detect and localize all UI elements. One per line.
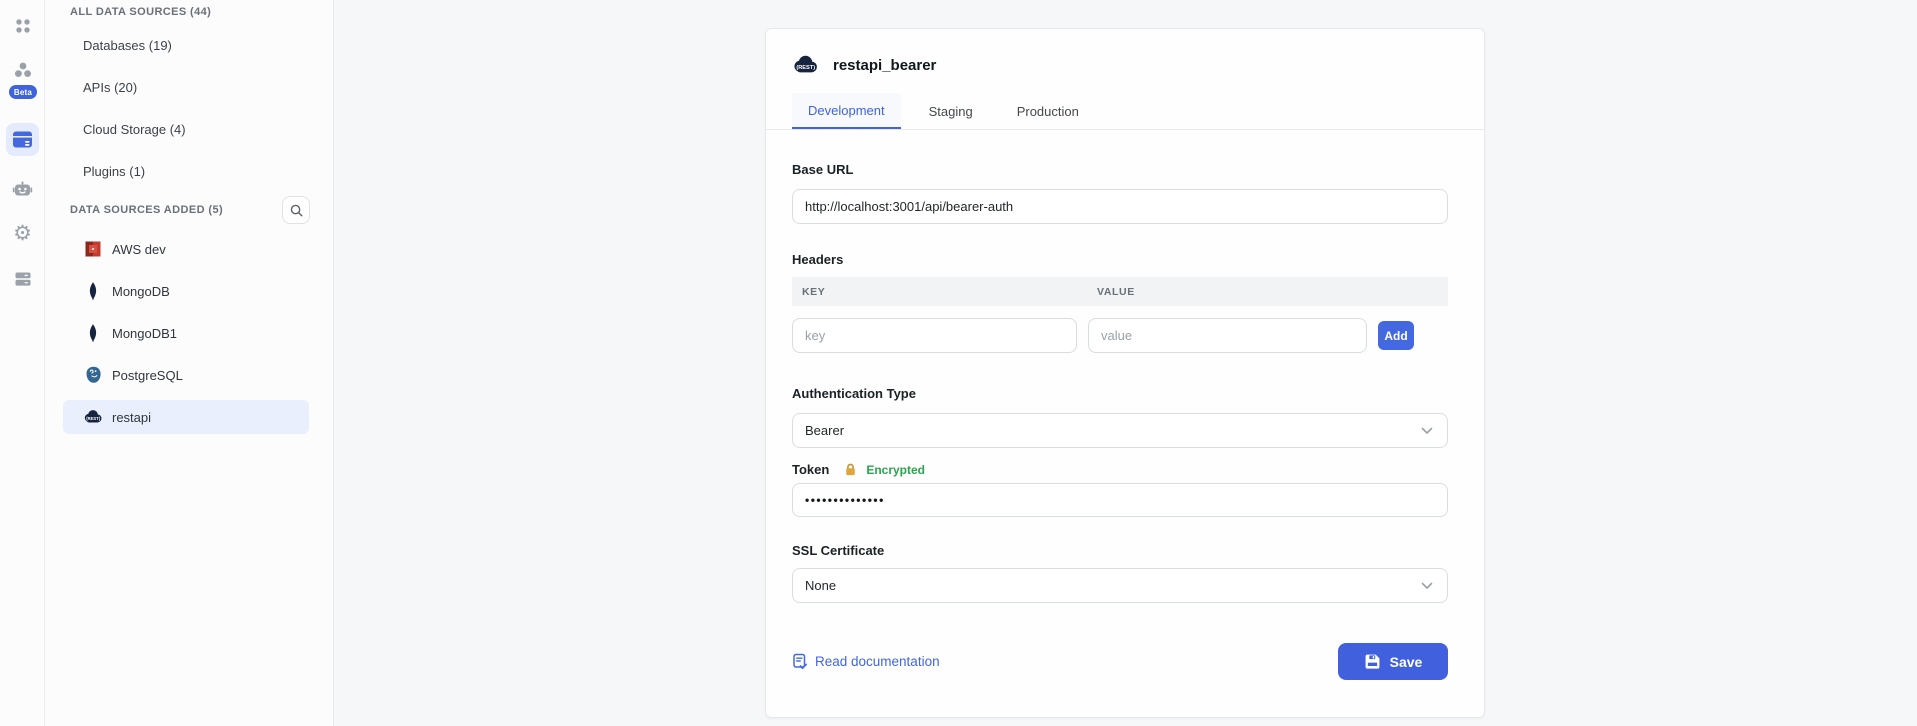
icon-rail: Beta ⚙: [0, 0, 45, 726]
storage-icon[interactable]: [0, 269, 45, 289]
search-icon: [289, 203, 304, 218]
data-sources-sidebar: ALL DATA SOURCES (44) Databases (19) API…: [45, 0, 334, 726]
header-key-input[interactable]: [792, 318, 1077, 353]
sidebar-item-label: APIs (20): [83, 80, 137, 95]
svg-text:(REST): (REST): [796, 65, 815, 71]
save-button-label: Save: [1390, 654, 1423, 670]
sidebar-item-label: PostgreSQL: [112, 368, 183, 383]
tab-production[interactable]: Production: [1001, 93, 1095, 129]
main-area: (REST) restapi_bearer Development Stagin…: [334, 0, 1917, 726]
ssl-certificate-value: None: [805, 578, 836, 593]
read-documentation-label: Read documentation: [815, 654, 940, 669]
sidebar-item-databases[interactable]: Databases (19): [45, 24, 333, 66]
sidebar-item-aws-dev[interactable]: AWS dev: [45, 228, 333, 270]
sidebar-item-label: AWS dev: [112, 242, 166, 257]
form-content: Base URL Headers KEY VALUE Add Authentic…: [766, 162, 1484, 680]
beta-badge-label: Beta: [14, 88, 32, 97]
headers-table-head: KEY VALUE: [792, 277, 1448, 306]
headers-label: Headers: [792, 252, 1448, 267]
base-url-input[interactable]: [792, 189, 1448, 224]
mongodb-icon: [83, 323, 103, 343]
key-column-header: KEY: [792, 286, 1097, 298]
sidebar-item-postgresql[interactable]: PostgreSQL: [45, 354, 333, 396]
sidebar-item-label: restapi: [112, 410, 151, 425]
token-label: Token: [792, 462, 829, 477]
ssl-certificate-label: SSL Certificate: [792, 543, 1448, 558]
auth-type-label: Authentication Type: [792, 386, 1448, 401]
section-all-data-sources: ALL DATA SOURCES (44): [45, 0, 333, 24]
tab-label: Staging: [929, 104, 973, 119]
settings-gear-icon[interactable]: ⚙: [0, 223, 45, 244]
ssl-certificate-select[interactable]: None: [792, 568, 1448, 603]
token-label-row: Token Encrypted: [792, 462, 1448, 477]
auth-type-select[interactable]: Bearer: [792, 413, 1448, 448]
sidebar-item-data-sources-active[interactable]: [6, 123, 39, 156]
section-data-sources-added: DATA SOURCES ADDED (5): [45, 192, 333, 228]
mongodb-icon: [83, 281, 103, 301]
sidebar-item-mongodb[interactable]: MongoDB: [45, 270, 333, 312]
data-sources-icon: [12, 130, 33, 149]
sidebar-item-cloud-storage[interactable]: Cloud Storage (4): [45, 108, 333, 150]
restapi-icon: (REST): [83, 407, 103, 427]
auth-type-value: Bearer: [805, 423, 844, 438]
aws-icon: [83, 239, 103, 259]
sidebar-item-label: MongoDB1: [112, 326, 177, 341]
sidebar-item-label: Databases (19): [83, 38, 172, 53]
sidebar-item-mongodb1[interactable]: MongoDB1: [45, 312, 333, 354]
chevron-down-icon: [1421, 427, 1433, 435]
sidebar-item-restapi[interactable]: (REST) restapi: [45, 396, 333, 438]
sidebar-item-apis[interactable]: APIs (20): [45, 66, 333, 108]
data-source-config-card: (REST) restapi_bearer Development Stagin…: [765, 28, 1485, 718]
card-footer: Read documentation Save: [792, 643, 1448, 680]
save-icon: [1364, 653, 1381, 670]
sidebar-item-label: Plugins (1): [83, 164, 145, 179]
read-documentation-link[interactable]: Read documentation: [792, 653, 940, 670]
search-button[interactable]: [282, 196, 310, 224]
headers-input-row: Add: [792, 318, 1448, 353]
restapi-icon: (REST): [792, 55, 819, 75]
sidebar-item-label: MongoDB: [112, 284, 170, 299]
people-icon[interactable]: [0, 60, 45, 80]
page-title: restapi_bearer: [833, 57, 936, 74]
tab-staging[interactable]: Staging: [913, 93, 989, 129]
beta-badge: Beta: [9, 85, 37, 99]
environment-tabbar: Development Staging Production: [766, 93, 1484, 130]
tab-development[interactable]: Development: [792, 93, 901, 129]
save-button[interactable]: Save: [1338, 643, 1448, 680]
postgresql-icon: [83, 365, 103, 385]
card-header: (REST) restapi_bearer: [766, 29, 1484, 75]
sidebar-item-label: Cloud Storage (4): [83, 122, 186, 137]
chevron-down-icon: [1421, 582, 1433, 590]
section-title: DATA SOURCES ADDED (5): [45, 204, 223, 216]
documentation-icon: [792, 653, 808, 670]
token-input[interactable]: [792, 483, 1448, 517]
marketplace-icon[interactable]: [0, 179, 45, 199]
add-header-button[interactable]: Add: [1378, 321, 1414, 350]
value-column-header: VALUE: [1097, 286, 1135, 298]
header-value-input[interactable]: [1088, 318, 1367, 353]
svg-text:(REST): (REST): [86, 416, 101, 421]
tab-label: Production: [1017, 104, 1079, 119]
base-url-label: Base URL: [792, 162, 1448, 177]
lock-icon: [843, 462, 858, 477]
sidebar-item-plugins[interactable]: Plugins (1): [45, 150, 333, 192]
apps-grid-icon[interactable]: [0, 16, 45, 36]
tab-label: Development: [808, 103, 885, 118]
encrypted-badge: Encrypted: [866, 463, 925, 477]
